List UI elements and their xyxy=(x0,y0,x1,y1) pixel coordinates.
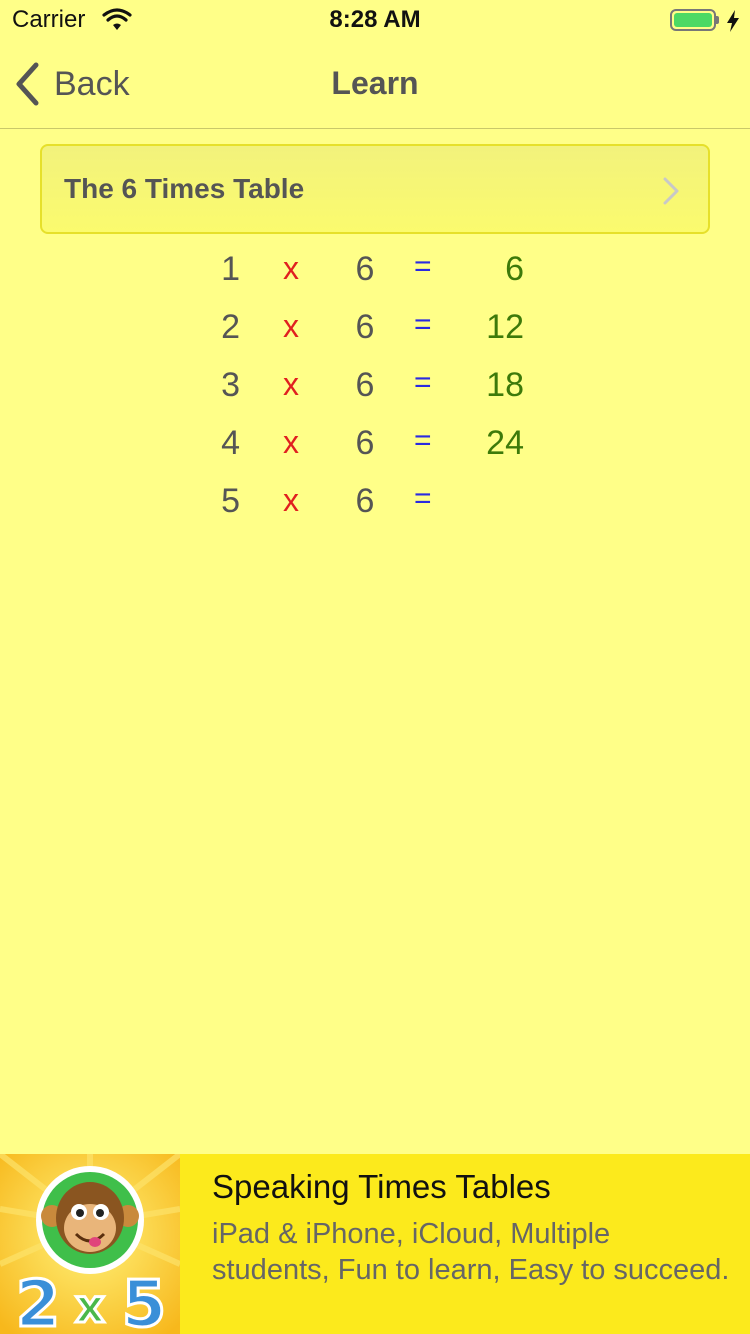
equation-row: 2 x 6 = 12 xyxy=(0,304,750,354)
ad-banner[interactable]: 2 x 5 Speaking Times Tables iPad & iPhon… xyxy=(0,1154,750,1334)
result: 18 xyxy=(486,366,524,404)
multiplier: 1 xyxy=(221,250,240,288)
ad-title: Speaking Times Tables xyxy=(212,1168,551,1205)
times-operator: x xyxy=(283,482,299,518)
base-number: 6 xyxy=(355,250,375,288)
clock: 8:28 AM xyxy=(329,6,421,33)
page-title: Learn xyxy=(331,65,419,101)
multiplier: 5 xyxy=(221,482,240,520)
result: 24 xyxy=(486,424,524,462)
equals-sign: = xyxy=(414,424,432,457)
equation-row: 5 x 6 = xyxy=(0,478,750,528)
base-number: 6 xyxy=(355,482,375,520)
monkey-2x5-app-icon: 2 x 5 xyxy=(0,1154,180,1334)
equation-row: 4 x 6 = 24 xyxy=(0,420,750,470)
result: 6 xyxy=(505,250,524,288)
multiplier: 3 xyxy=(221,366,240,404)
base-number: 6 xyxy=(355,366,375,404)
navigation-bar: Back Learn xyxy=(0,40,750,129)
chevron-right-icon xyxy=(663,177,679,205)
times-table-selector[interactable]: The 6 Times Table xyxy=(40,144,710,234)
svg-text:5: 5 xyxy=(122,1268,167,1334)
times-table-selector-label: The 6 Times Table xyxy=(64,173,305,204)
charging-bolt-icon xyxy=(727,10,739,32)
battery-icon xyxy=(670,9,716,31)
equals-sign: = xyxy=(414,482,432,515)
equals-sign: = xyxy=(414,308,432,341)
equals-sign: = xyxy=(414,366,432,399)
battery-level xyxy=(674,13,712,27)
ad-description: iPad & iPhone, iCloud, Multiple students… xyxy=(212,1218,730,1286)
times-operator: x xyxy=(283,424,299,460)
multiplier: 4 xyxy=(221,424,240,462)
times-operator: x xyxy=(283,308,299,344)
base-number: 6 xyxy=(355,308,375,346)
svg-text:x: x xyxy=(75,1279,105,1333)
base-number: 6 xyxy=(355,424,375,462)
equals-sign: = xyxy=(414,250,432,283)
equation-row: 1 x 6 = 6 xyxy=(0,246,750,296)
status-bar: Carrier 8:28 AM xyxy=(0,0,750,40)
multiplier: 2 xyxy=(221,308,240,346)
result: 12 xyxy=(486,308,524,346)
equation-row: 3 x 6 = 18 xyxy=(0,362,750,412)
times-operator: x xyxy=(283,366,299,402)
svg-text:2: 2 xyxy=(16,1268,61,1334)
times-operator: x xyxy=(283,250,299,286)
battery-cap xyxy=(716,16,719,24)
